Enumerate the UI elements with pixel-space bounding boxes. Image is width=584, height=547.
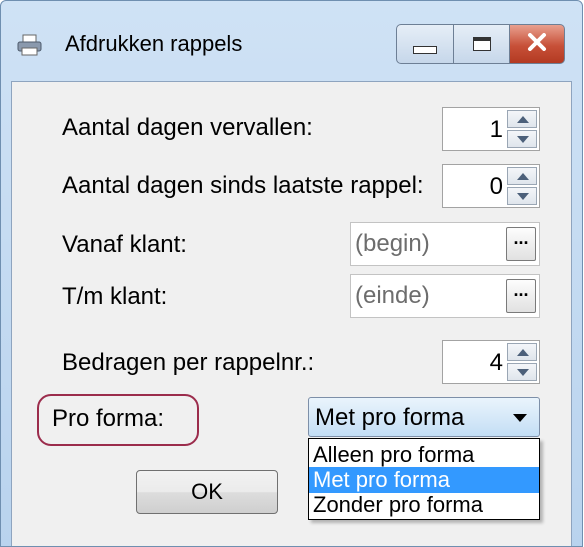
spinner-arrows [507,110,537,148]
from-client-field[interactable]: (begin) ... [350,222,540,266]
dropdown-option-met[interactable]: Met pro forma [309,467,539,493]
spin-down-button[interactable] [507,130,537,148]
amounts-per-reminder-spinner[interactable]: 4 [442,340,540,384]
pro-forma-label: Pro forma: [52,405,165,432]
chevron-down-icon [513,414,527,422]
dropdown-option-alleen[interactable]: Alleen pro forma [309,442,539,468]
printer-icon [17,34,42,56]
from-client-label: Vanaf klant: [62,231,187,258]
window-title: Afdrukken rappels [65,31,243,56]
days-overdue-spinner[interactable]: 1 [442,107,540,151]
dropdown-option-zonder[interactable]: Zonder pro forma [309,492,539,518]
days-since-last-spinner[interactable]: 0 [442,164,540,208]
days-since-last-value[interactable]: 0 [490,173,503,201]
ok-button[interactable]: OK [136,470,278,514]
days-overdue-value[interactable]: 1 [490,116,503,144]
to-client-placeholder: (einde) [355,282,430,309]
amounts-per-reminder-label: Bedragen per rappelnr.: [62,349,315,376]
to-client-field[interactable]: (einde) ... [350,274,540,318]
from-client-placeholder: (begin) [355,230,430,257]
spinner-arrows [507,343,537,381]
days-since-last-label: Aantal dagen sinds laatste rappel: [62,172,424,199]
close-icon [527,32,547,56]
spin-up-button[interactable] [507,343,537,361]
from-client-browse-button[interactable]: ... [506,227,536,261]
spin-up-button[interactable] [507,110,537,128]
minimize-button[interactable] [396,24,454,64]
to-client-browse-button[interactable]: ... [506,279,536,313]
pro-forma-select[interactable]: Met pro forma [308,397,540,437]
to-client-label: T/m klant: [62,283,168,310]
maximize-icon [472,37,491,51]
days-overdue-label: Aantal dagen vervallen: [62,114,313,141]
spin-down-button[interactable] [507,363,537,381]
maximize-button[interactable] [454,24,510,64]
close-button[interactable] [510,24,565,64]
minimize-icon [413,46,437,54]
spinner-arrows [507,167,537,205]
amounts-per-reminder-value[interactable]: 4 [490,349,503,377]
pro-forma-selected-value: Met pro forma [315,404,465,431]
spin-up-button[interactable] [507,167,537,185]
title-bar[interactable]: Afdrukken rappels [1,1,582,81]
pro-forma-dropdown-list: Alleen pro forma Met pro forma Zonder pr… [308,438,540,520]
spin-down-button[interactable] [507,187,537,205]
